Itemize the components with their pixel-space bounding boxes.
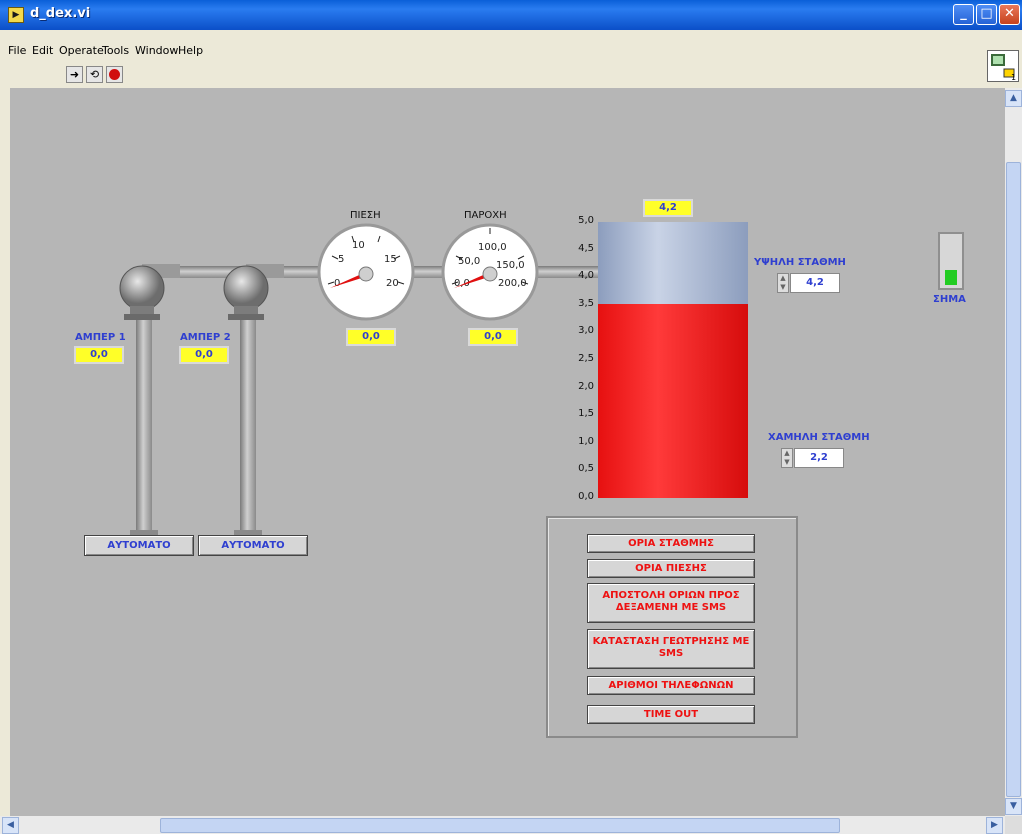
title-bar bbox=[0, 0, 1022, 30]
amp-1-value: 0,0 bbox=[74, 346, 124, 364]
signal-label: ΣΗΜΑ bbox=[933, 294, 966, 305]
tank-scale-tick: 5,0 bbox=[578, 215, 594, 226]
signal-meter-fill bbox=[945, 270, 957, 285]
tank-scale: 5,0 4,5 4,0 3,5 3,0 2,5 2,0 1,5 1,0 0,5 0,0 bbox=[560, 215, 600, 502]
tank-scale-tick: 0,5 bbox=[578, 463, 594, 475]
high-level-spin-icon[interactable]: ▲ ▼ bbox=[777, 273, 789, 293]
signal-meter bbox=[938, 232, 964, 290]
amp-1-label: ΑΜΠΕΡ 1 bbox=[75, 332, 126, 343]
pressure-label: ΠΙΕΣΗ bbox=[350, 210, 381, 221]
pipe-pump-2 bbox=[240, 296, 256, 536]
run-continuous-icon[interactable]: ⟲ bbox=[86, 66, 103, 83]
high-level-input[interactable]: 4,2 bbox=[790, 273, 840, 293]
menu-operate[interactable]: Operate bbox=[59, 44, 104, 57]
abort-stop-icon[interactable] bbox=[106, 66, 123, 83]
tank-level-value: 4,2 bbox=[643, 199, 693, 217]
tank-scale-tick: 1,5 bbox=[578, 408, 594, 420]
scroll-up-icon[interactable]: ▲ bbox=[1005, 90, 1022, 107]
menu-file[interactable]: File bbox=[8, 44, 26, 57]
tank-scale-tick: 4,5 bbox=[578, 242, 594, 254]
connector-pane-icon[interactable]: 1 bbox=[987, 50, 1019, 82]
pressure-limits-button[interactable]: ΟΡΙΑ ΠΙΕΣΗΣ bbox=[587, 559, 755, 578]
run-arrow-icon[interactable]: ➜ bbox=[66, 66, 83, 83]
svg-text:1: 1 bbox=[1011, 73, 1016, 81]
low-level-label: ΧΑΜΗΛΗ ΣΤΑΘΜΗ bbox=[768, 432, 870, 443]
tank-scale-tick: 4,0 bbox=[578, 270, 594, 282]
vi-icon: ▶ bbox=[8, 7, 24, 23]
menu-tools[interactable]: Tools bbox=[102, 44, 129, 57]
flow-value: 0,0 bbox=[468, 328, 518, 346]
phone-numbers-button[interactable]: ΑΡΙΘΜΟΙ ΤΗΛΕΦΩΝΩΝ bbox=[587, 676, 755, 695]
menu-window[interactable]: Window bbox=[135, 44, 178, 57]
horizontal-scroll-thumb[interactable] bbox=[160, 818, 840, 833]
pump-2-mode-button[interactable]: ΑΥΤΟΜΑΤΟ bbox=[198, 535, 308, 556]
front-panel bbox=[10, 88, 1005, 816]
menu-bar bbox=[0, 30, 1022, 88]
flow-tick: 200,0 bbox=[498, 278, 527, 289]
flow-tick: 50,0 bbox=[458, 256, 480, 267]
pressure-tick: 5 bbox=[338, 254, 344, 265]
amp-2-label: ΑΜΠΕΡ 2 bbox=[180, 332, 231, 343]
send-limits-sms-button[interactable]: ΑΠΟΣΤΟΛΗ ΟΡΙΩΝ ΠΡΟΣ ΔΕΞΑΜΕΝΗ ΜΕ SMS bbox=[587, 583, 755, 623]
scroll-down-icon[interactable]: ▼ bbox=[1005, 798, 1022, 815]
tank-scale-tick: 3,5 bbox=[578, 297, 594, 309]
pressure-tick: 10 bbox=[352, 240, 365, 251]
high-level-label: ΥΨΗΛΗ ΣΤΑΘΜΗ bbox=[754, 257, 846, 268]
pump-1-mode-button[interactable]: ΑΥΤΟΜΑΤΟ bbox=[84, 535, 194, 556]
flow-tick: 150,0 bbox=[496, 260, 525, 271]
flow-tick: 100,0 bbox=[478, 242, 507, 253]
scroll-left-icon[interactable]: ◀ bbox=[2, 817, 19, 834]
pressure-tick: 20 bbox=[386, 278, 399, 289]
tank-scale-tick: 1,0 bbox=[578, 435, 594, 447]
low-level-input[interactable]: 2,2 bbox=[794, 448, 844, 468]
borehole-status-sms-button[interactable]: ΚΑΤΑΣΤΑΣΗ ΓΕΩΤΡΗΣΗΣ ΜΕ SMS bbox=[587, 629, 755, 669]
scroll-right-icon[interactable]: ▶ bbox=[986, 817, 1003, 834]
tank-scale-tick: 3,0 bbox=[578, 325, 594, 337]
menu-edit[interactable]: Edit bbox=[32, 44, 53, 57]
pressure-tick: 0 bbox=[334, 278, 340, 289]
tank-scale-tick: 2,5 bbox=[578, 353, 594, 364]
close-button[interactable]: ✕ bbox=[999, 4, 1020, 25]
minimize-button[interactable]: _ bbox=[953, 4, 974, 25]
window-title: d_dex.vi bbox=[30, 6, 91, 21]
tank-fill-level bbox=[598, 304, 748, 498]
level-limits-button[interactable]: ΟΡΙΑ ΣΤΑΘΜΗΣ bbox=[587, 534, 755, 553]
tank-scale-tick: 2,0 bbox=[578, 380, 594, 392]
low-level-spin-icon[interactable]: ▲ ▼ bbox=[781, 448, 793, 468]
tank-gauge bbox=[598, 222, 748, 498]
pipe-pump-1 bbox=[136, 296, 152, 536]
tank-scale-tick: 0,0 bbox=[578, 491, 594, 502]
flow-label: ΠΑΡΟΧΗ bbox=[464, 210, 507, 221]
pressure-gauge: 0 5 10 15 20 bbox=[317, 223, 415, 321]
vertical-scroll-thumb[interactable] bbox=[1006, 162, 1021, 797]
time-out-button[interactable]: TIME OUT bbox=[587, 705, 755, 724]
pressure-tick: 15 bbox=[384, 254, 397, 265]
flow-gauge: 0,0 50,0 100,0 150,0 200,0 bbox=[441, 223, 539, 321]
maximize-button[interactable]: □ bbox=[976, 4, 997, 25]
pump-2-icon bbox=[223, 264, 284, 320]
amp-2-value: 0,0 bbox=[179, 346, 229, 364]
pump-1-icon bbox=[119, 264, 180, 320]
menu-help[interactable]: Help bbox=[178, 44, 203, 57]
scroll-corner bbox=[1005, 816, 1022, 834]
pressure-value: 0,0 bbox=[346, 328, 396, 346]
